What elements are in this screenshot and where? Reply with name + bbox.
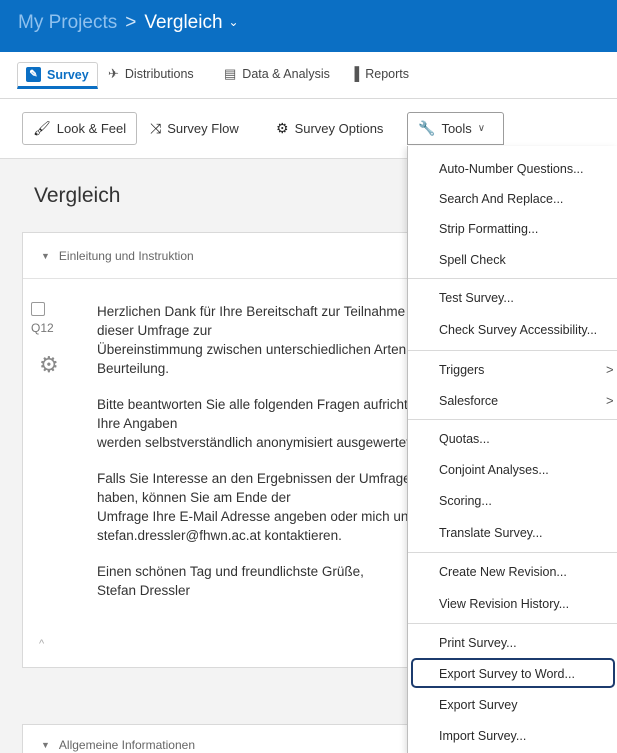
- tab-survey-label: Survey: [47, 67, 89, 82]
- tab-data-analysis[interactable]: ▤ Data & Analysis: [224, 66, 330, 82]
- menu-item-translate[interactable]: Translate Survey...: [439, 526, 543, 540]
- block-title: Allgemeine Informationen: [58, 738, 195, 752]
- menu-item-scoring[interactable]: Scoring...: [439, 494, 492, 508]
- tab-distributions-label: Distributions: [124, 67, 194, 81]
- menu-item-print[interactable]: Print Survey...: [439, 636, 517, 650]
- breadcrumb: My Projects > Vergleich ⌄: [18, 12, 239, 34]
- menu-item-export-word[interactable]: Export Survey to Word...: [439, 667, 575, 681]
- tab-reports[interactable]: ▐ Reports: [350, 66, 409, 81]
- menu-item-salesforce[interactable]: Salesforce >: [439, 393, 614, 408]
- question-number: Q12: [31, 321, 54, 335]
- menu-item-triggers-label: Triggers: [439, 363, 485, 377]
- menu-item-spell-check[interactable]: Spell Check: [439, 253, 506, 267]
- wrench-icon: 🔧: [418, 120, 436, 136]
- chat-table-icon: ▤: [224, 66, 237, 81]
- menu-item-conjoint[interactable]: Conjoint Analyses...: [439, 463, 549, 477]
- chevron-right-icon: >: [606, 393, 614, 408]
- flow-arrows-icon: ⤨: [150, 120, 162, 136]
- paintbrush-icon: 🖌: [33, 120, 51, 136]
- menu-item-search-replace[interactable]: Search And Replace...: [439, 192, 563, 206]
- survey-block: ▼ Einleitung und Instruktion Q12 ⚙ Herzl…: [22, 232, 442, 668]
- menu-item-salesforce-label: Salesforce: [439, 394, 499, 408]
- menu-item-check-accessibility[interactable]: Check Survey Accessibility...: [439, 323, 597, 337]
- question-paragraph: Falls Sie Interesse an den Ergebnissen d…: [97, 471, 424, 543]
- breadcrumb-my-projects[interactable]: My Projects: [18, 12, 117, 33]
- menu-item-import-survey[interactable]: Import Survey...: [439, 729, 526, 743]
- menu-item-export-survey[interactable]: Export Survey: [439, 698, 518, 712]
- collapse-triangle-icon[interactable]: ▼: [41, 740, 50, 750]
- menu-divider: [408, 419, 617, 420]
- survey-title: Vergleich: [34, 184, 121, 207]
- menu-item-auto-number[interactable]: Auto-Number Questions...: [439, 162, 584, 176]
- top-header: My Projects > Vergleich ⌄: [0, 0, 617, 52]
- tools-label: Tools: [441, 121, 472, 136]
- menu-item-revision-history[interactable]: View Revision History...: [439, 597, 569, 611]
- collapse-triangle-icon[interactable]: ▼: [41, 251, 50, 261]
- chevron-up-icon[interactable]: ^: [39, 638, 44, 650]
- look-and-feel-label: Look & Feel: [56, 121, 127, 136]
- tools-dropdown-menu: Auto-Number Questions... Search And Repl…: [407, 146, 617, 753]
- menu-divider: [408, 278, 617, 279]
- main-tabs: ✎ Survey ✈ Distributions ▤ Data & Analys…: [0, 52, 617, 99]
- question-paragraph: Einen schönen Tag und freundlichste Grüß…: [97, 564, 364, 598]
- question-select-checkbox[interactable]: [31, 302, 45, 316]
- tab-reports-label: Reports: [365, 66, 409, 81]
- breadcrumb-separator: >: [125, 12, 137, 33]
- survey-options-button[interactable]: ⚙ Survey Options: [276, 112, 383, 145]
- project-name[interactable]: Vergleich: [144, 12, 222, 33]
- question-paragraph: Bitte beantworten Sie alle folgenden Fra…: [97, 397, 422, 450]
- survey-block: ▼ Allgemeine Informationen: [22, 724, 442, 753]
- block-header[interactable]: ▼ Allgemeine Informationen: [23, 725, 441, 753]
- block-title: Einleitung und Instruktion: [58, 248, 194, 263]
- paper-plane-icon: ✈: [108, 66, 119, 81]
- question-paragraph: Herzlichen Dank für Ihre Bereitschaft zu…: [97, 304, 429, 376]
- survey-options-label: Survey Options: [294, 121, 384, 136]
- menu-divider: [408, 350, 617, 351]
- bar-chart-icon: ▐: [350, 66, 360, 81]
- gear-icon[interactable]: ⚙: [39, 354, 59, 376]
- menu-divider: [408, 552, 617, 553]
- tab-survey[interactable]: ✎ Survey: [17, 62, 98, 89]
- pencil-icon: ✎: [26, 67, 41, 82]
- menu-item-create-revision[interactable]: Create New Revision...: [439, 565, 567, 579]
- survey-flow-button[interactable]: ⤨ Survey Flow: [150, 112, 239, 145]
- survey-flow-label: Survey Flow: [167, 121, 239, 136]
- menu-item-strip-formatting[interactable]: Strip Formatting...: [439, 222, 538, 236]
- tools-button[interactable]: 🔧 Tools ∨: [407, 112, 504, 145]
- chevron-down-icon: ∨: [477, 123, 486, 134]
- gear-icon: ⚙: [276, 120, 289, 136]
- question-text[interactable]: Herzlichen Dank für Ihre Bereitschaft zu…: [97, 302, 443, 617]
- tab-distributions[interactable]: ✈ Distributions: [108, 66, 194, 82]
- look-and-feel-button[interactable]: 🖌 Look & Feel: [22, 112, 138, 145]
- menu-item-test-survey[interactable]: Test Survey...: [439, 291, 514, 305]
- menu-item-quotas[interactable]: Quotas...: [439, 432, 490, 446]
- tab-data-analysis-label: Data & Analysis: [242, 67, 330, 81]
- chevron-down-icon[interactable]: ⌄: [229, 15, 239, 29]
- menu-item-triggers[interactable]: Triggers >: [439, 362, 614, 377]
- menu-divider: [408, 623, 617, 624]
- block-header[interactable]: ▼ Einleitung und Instruktion: [23, 233, 441, 279]
- chevron-right-icon: >: [606, 362, 614, 377]
